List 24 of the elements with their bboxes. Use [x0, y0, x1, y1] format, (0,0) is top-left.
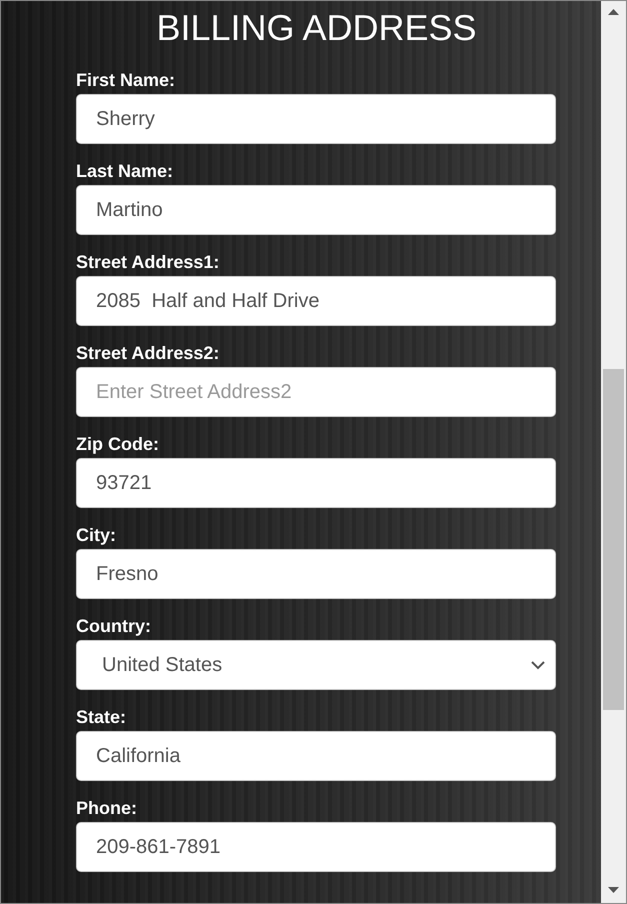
field-label: Country:	[76, 615, 151, 637]
country-dropdown[interactable]: United States	[76, 640, 556, 690]
scroll-down-icon[interactable]	[608, 887, 619, 893]
input-field[interactable]: Sherry	[76, 94, 556, 144]
input-field[interactable]: California	[76, 731, 556, 781]
input-field[interactable]: Martino	[76, 185, 556, 235]
input-field[interactable]: 209-861-7891	[76, 822, 556, 872]
chevron-down-icon	[531, 660, 545, 670]
scrollbar-thumb[interactable]	[603, 369, 624, 710]
field-label: Zip Code:	[76, 433, 159, 455]
input-field[interactable]: Enter Street Address2	[76, 367, 556, 417]
field-label: Phone:	[76, 797, 137, 819]
field-label: State:	[76, 706, 126, 728]
scrollbar[interactable]	[601, 1, 626, 903]
field-label: First Name:	[76, 69, 176, 91]
field-label: Street Address2:	[76, 342, 220, 364]
input-field[interactable]: Fresno	[76, 549, 556, 599]
field-label: City:	[76, 524, 116, 546]
input-field[interactable]: 2085 Half and Half Drive	[76, 276, 556, 326]
scroll-up-icon[interactable]	[608, 9, 619, 15]
form-title: BILLING ADDRESS	[155, 7, 478, 49]
input-field[interactable]: 93721	[76, 458, 556, 508]
field-label: Last Name:	[76, 160, 174, 182]
field-label: Street Address1:	[76, 251, 220, 273]
